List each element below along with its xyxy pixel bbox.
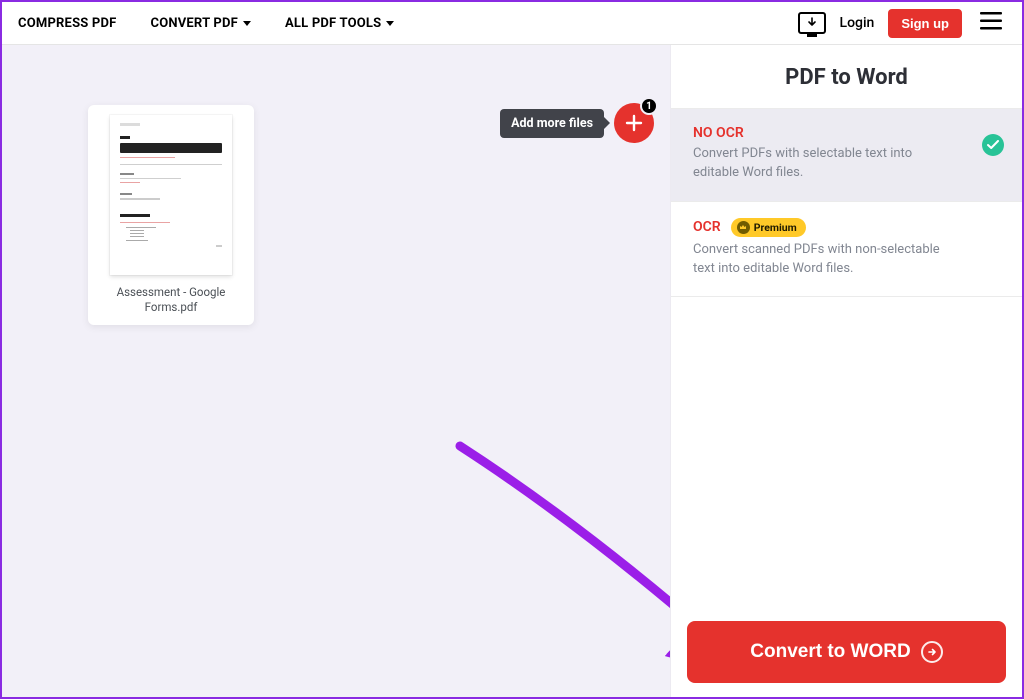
selected-check-icon [982,134,1004,156]
arrow-right-circle-icon [921,641,943,663]
add-more-tooltip: Add more files [500,109,604,138]
file-thumbnail [110,115,232,275]
nav-convert-label: CONVERT PDF [150,16,238,31]
option-ocr-desc: Convert scanned PDFs with non-selectable… [693,241,961,279]
menu-button[interactable] [976,8,1006,38]
nav-convert-pdf[interactable]: CONVERT PDF [150,16,251,31]
signup-button[interactable]: Sign up [888,9,962,38]
option-ocr[interactable]: OCR Premium Convert scanned PDFs with no… [671,202,1022,298]
file-count: 1 [646,101,652,112]
convert-label: Convert to WORD [750,641,910,663]
option-no-ocr[interactable]: NO OCR Convert PDFs with selectable text… [671,109,1022,202]
panel-title: PDF to Word [671,45,1022,109]
chevron-down-icon [386,21,394,26]
convert-button[interactable]: Convert to WORD [687,621,1006,683]
nav-all-pdf-tools[interactable]: ALL PDF TOOLS [285,16,394,31]
crown-icon [737,221,750,234]
plus-icon [625,114,643,132]
nav-left: COMPRESS PDF CONVERT PDF ALL PDF TOOLS [18,16,394,31]
file-name-label: Assessment - Google Forms.pdf [98,285,244,315]
premium-badge: Premium [731,218,806,237]
nav-compress-pdf[interactable]: COMPRESS PDF [18,16,116,31]
file-tile[interactable]: Assessment - Google Forms.pdf [88,105,254,325]
add-more-files-area: Add more files 1 [500,103,654,143]
main-area: Assessment - Google Forms.pdf Add more f… [2,45,1022,697]
option-no-ocr-desc: Convert PDFs with selectable text into e… [693,145,961,183]
premium-label: Premium [754,221,797,234]
nav-right: Login Sign up [798,8,1006,38]
option-header: NO OCR [693,125,1000,141]
file-canvas[interactable]: Assessment - Google Forms.pdf Add more f… [2,45,670,697]
hamburger-icon [980,12,1002,30]
add-more-tooltip-label: Add more files [511,116,593,131]
add-files-button[interactable]: 1 [614,103,654,143]
top-header: COMPRESS PDF CONVERT PDF ALL PDF TOOLS L… [2,2,1022,45]
file-count-badge: 1 [640,97,658,115]
desktop-app-icon[interactable] [798,12,826,34]
nav-compress-label: COMPRESS PDF [18,16,116,31]
login-link[interactable]: Login [840,15,875,31]
signup-label: Sign up [901,16,949,31]
option-ocr-title: OCR [693,219,721,235]
option-no-ocr-title: NO OCR [693,125,744,141]
chevron-down-icon [243,21,251,26]
login-label: Login [840,15,875,31]
option-header: OCR Premium [693,218,1000,237]
options-panel: PDF to Word NO OCR Convert PDFs with sel… [670,45,1022,697]
nav-alltools-label: ALL PDF TOOLS [285,16,381,31]
